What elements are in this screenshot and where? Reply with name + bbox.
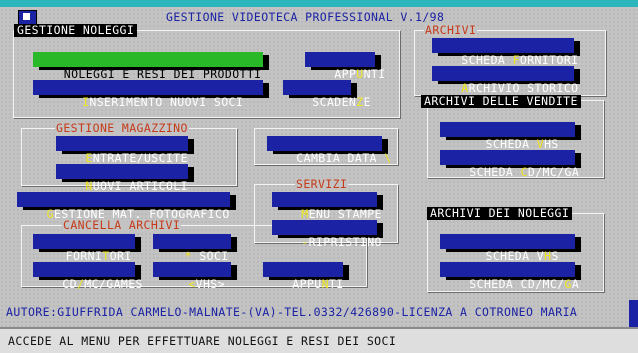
inserimento-soci-button[interactable]: INSERIMENTO NUOVI SOCI [33,80,263,109]
section-label-archivi-noleggi: ARCHIVI DEI NOLEGGI [427,207,573,220]
scheda-cd-vendite-button[interactable]: SCHEDA CD/MC/GA [440,150,579,179]
label-post: VHS> [195,277,225,291]
section-label-magazzino: GESTIONE MAGAZZINO [55,121,189,135]
scheda-fornitori-button[interactable]: SCHEDA FORNITORI [432,38,578,67]
label-pre: FORNI [65,249,103,263]
hotkey: G [564,277,572,291]
label-post: A [571,277,580,291]
label-post: ESTIONE MAT. FOTOGRAFICO [53,207,230,221]
dos-screen: GESTIONE VIDEOTECA PROFESSIONAL V.1/98 G… [0,0,638,353]
hotkey: N [321,277,329,291]
cancella-soci-button[interactable]: * SOCI [153,234,231,263]
cancella-vhs-button[interactable]: <VHS> [153,262,231,291]
author-line: AUTORE:GIUFFRIDA CARMELO-MALNATE-(VA)-TE… [6,305,578,319]
hotkey: T [102,249,110,263]
label-pre: APP [334,67,357,81]
cancella-cd-mc-games-button[interactable]: CD/MC/GAMES [33,262,142,291]
label-post: S [551,249,559,263]
appunti-bottom-button[interactable]: APPUNTI [263,262,343,291]
hotkey: Z [356,95,364,109]
hotkey: F [512,53,520,67]
label-post: ORNITORI [519,53,579,67]
window-title: GESTIONE VIDEOTECA PROFESSIONAL V.1/98 [166,10,445,24]
label-post: RIPRISTINO [308,235,382,249]
label-post: D/MC/GA [527,165,580,179]
scheda-vhs-noleggi-button[interactable]: SCHEDA VHS [440,234,575,263]
label-pre: SCHEDA CD/MC/ [469,277,565,291]
label-pre: SCHEDA [461,53,513,67]
cancella-fornitori-button[interactable]: FORNITORI [33,234,135,263]
hotkey: < [188,277,196,291]
system-menu-icon [23,13,30,20]
label-pre: CAMBIA DATA [296,151,385,165]
label-post: NSERIMENTO NUOVI SOCI [89,95,244,109]
cambia-data-button[interactable]: CAMBIA DATA \ [267,136,391,165]
nuovi-articoli-button[interactable]: NUOVI ARTICOLI [56,164,188,193]
ripristino-button[interactable]: -RIPRISTINO [272,220,381,249]
status-text: ACCEDE AL MENU PER EFFETTUARE NOLEGGI E … [8,334,397,348]
archivio-storico-button[interactable]: ARCHIVIO STORICO [432,66,578,95]
status-bar: ACCEDE AL MENU PER EFFETTUARE NOLEGGI E … [0,327,638,353]
menu-stampe-button[interactable]: MENU STAMPE [272,192,381,221]
entrate-uscite-button[interactable]: ENTRATE/USCITE [56,136,188,165]
label-pre: SCHEDA [485,137,537,151]
appunti-top-button[interactable]: APPUNTI [305,52,385,81]
label-post: UOVI ARTICOLI [92,179,188,193]
label-pre: CD [62,277,77,291]
right-edge-block [629,300,638,327]
hotkey: M [301,207,309,221]
hotkey: N [85,179,93,193]
section-label-noleggi: GESTIONE NOLEGGI [14,24,138,37]
gestione-foto-button[interactable]: GESTIONE MAT. FOTOGRAFICO [17,192,230,221]
top-bar [0,0,638,7]
hotkey: \ [384,151,392,165]
scheda-cd-noleggi-button[interactable]: SCHEDA CD/MC/GA [440,262,579,291]
label-post: HS [544,137,559,151]
label-post: NTI [363,67,386,81]
scheda-vhs-vendite-button[interactable]: SCHEDA VHS [440,122,575,151]
label-post: MC/GAMES [84,277,143,291]
label-pre: SCADEN [312,95,357,109]
hotkey: G [46,207,54,221]
hotkey: - [301,235,309,249]
scadenze-button[interactable]: SCADENZE [283,80,370,109]
label-pre: SCHEDA [469,165,521,179]
noleggi-resi-button[interactable]: NOLEGGI E RESI DEI PRODOTTI [33,52,263,81]
hotkey: C [520,165,528,179]
label-post: NTRATE/USCITE [92,151,188,165]
label-pre: SCHEDA V [485,249,545,263]
label-post: SOCI [192,249,229,263]
hotkey: A [461,81,469,95]
noleggi-resi-label: NOLEGGI E RESI DEI PRODOTTI [63,67,262,81]
hotkey: U [356,67,364,81]
section-label-archivi: ARCHIVI [424,23,478,37]
label-post: E [363,95,371,109]
label-post: ORI [109,249,132,263]
label-pre: APPU [292,277,322,291]
label-post: RCHIVIO STORICO [468,81,579,95]
hotkey: E [85,151,93,165]
hotkey: * [184,249,192,263]
label-post: TI [328,277,344,291]
hotkey: V [536,137,545,151]
label-post: ENU STAMPE [308,207,382,221]
